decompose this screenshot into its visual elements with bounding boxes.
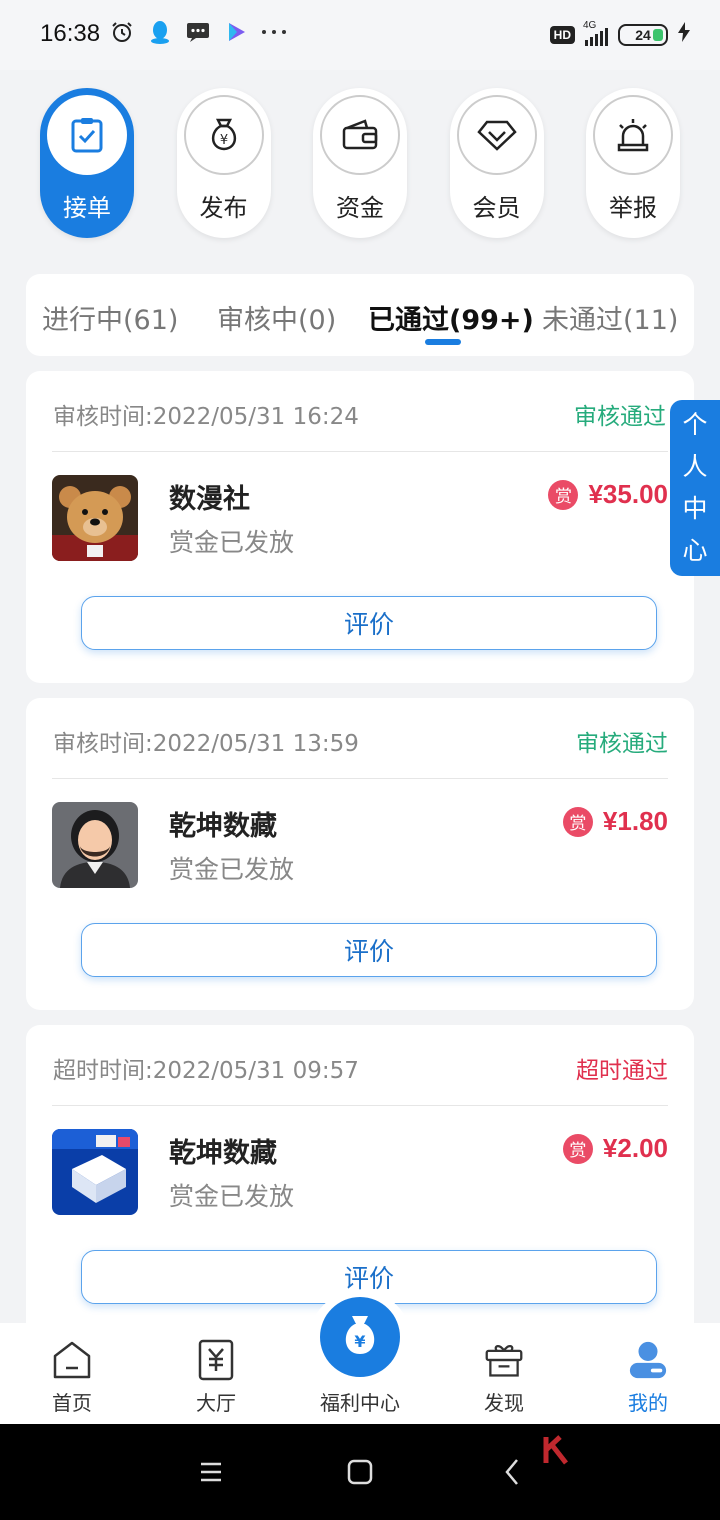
active-tab-indicator bbox=[425, 339, 461, 345]
teddy-bear-avatar bbox=[52, 475, 138, 561]
nav-discover[interactable]: 发现 bbox=[444, 1323, 564, 1424]
task-name: 数漫社 bbox=[169, 484, 250, 515]
reward-amount: ¥2.00 bbox=[602, 1133, 668, 1163]
yen-receipt-icon bbox=[196, 1339, 236, 1381]
reward-badge: 赏 bbox=[562, 1133, 593, 1164]
system-status-icons: HD 4G 24 bbox=[549, 20, 690, 47]
svg-text:¥: ¥ bbox=[354, 1332, 365, 1351]
status-tabs: 进行中(61) 审核中(0) 已通过(99+) 未通过(11) bbox=[26, 274, 694, 356]
payout-status: 赏金已发放 bbox=[169, 528, 295, 557]
payout-status: 赏金已发放 bbox=[169, 1182, 295, 1211]
review-status: 超时通过 bbox=[576, 1058, 668, 1084]
quick-action-label: 发布 bbox=[199, 194, 248, 222]
review-button[interactable]: 评价 bbox=[81, 596, 657, 650]
gift-box-icon bbox=[484, 1339, 524, 1381]
review-status: 审核通过 bbox=[576, 731, 668, 757]
nav-hall[interactable]: 大厅 bbox=[156, 1323, 276, 1424]
task-name: 乾坤数藏 bbox=[169, 811, 277, 842]
task-name: 乾坤数藏 bbox=[169, 1138, 277, 1169]
alarm-clock-icon bbox=[108, 18, 136, 46]
divider bbox=[52, 778, 668, 779]
quick-action-label: 会员 bbox=[472, 194, 521, 222]
notification-icons bbox=[108, 18, 288, 46]
bearded-man-avatar bbox=[52, 802, 138, 888]
reward-badge: 赏 bbox=[562, 806, 593, 837]
qq-penguin-icon bbox=[146, 18, 174, 46]
wallet-icon bbox=[320, 95, 400, 175]
clipboard-check-icon bbox=[47, 95, 127, 175]
nav-mine[interactable]: 我的 bbox=[588, 1323, 708, 1424]
quick-action-label: 接单 bbox=[63, 194, 111, 222]
divider bbox=[52, 451, 668, 452]
menu-icon[interactable] bbox=[195, 1456, 227, 1488]
battery-level: 24 bbox=[635, 26, 651, 43]
tab-under-review[interactable]: 审核中(0) bbox=[217, 298, 336, 337]
task-card: 审核时间:2022/05/31 16:24 审核通过 数漫社 赏金已发放 赏 ¥… bbox=[26, 371, 694, 683]
payout-status: 赏金已发放 bbox=[169, 855, 295, 884]
timeout-time: 超时时间:2022/05/31 09:57 bbox=[53, 1058, 359, 1084]
review-button[interactable]: 评价 bbox=[81, 923, 657, 977]
network-type: 4G bbox=[583, 19, 597, 31]
status-time: 16:38 bbox=[40, 20, 101, 47]
battery-indicator: 24 bbox=[618, 23, 668, 46]
money-bag-icon: ¥ bbox=[340, 1312, 380, 1362]
side-tab-char: 个 bbox=[682, 410, 708, 439]
review-status: 审核通过 bbox=[574, 404, 666, 430]
tab-in-progress[interactable]: 进行中(61) bbox=[42, 298, 178, 337]
svg-text:¥: ¥ bbox=[219, 133, 227, 148]
reward-amount: ¥35.00 bbox=[588, 479, 668, 509]
play-icon bbox=[222, 18, 250, 46]
tab-rejected[interactable]: 未通过(11) bbox=[542, 298, 678, 337]
user-icon bbox=[628, 1339, 668, 1381]
divider bbox=[52, 1105, 668, 1106]
side-tab-char: 中 bbox=[682, 494, 708, 523]
hd-badge: HD bbox=[549, 25, 575, 44]
quick-action-label: 举报 bbox=[609, 194, 657, 222]
home-icon bbox=[52, 1339, 92, 1381]
quick-action-funds[interactable]: 资金 bbox=[313, 88, 407, 238]
nav-label: 发现 bbox=[484, 1391, 524, 1415]
nav-label: 我的 bbox=[628, 1391, 668, 1415]
reward-amount: ¥1.80 bbox=[602, 806, 668, 836]
home-square-icon[interactable] bbox=[344, 1456, 376, 1488]
review-time: 审核时间:2022/05/31 16:24 bbox=[53, 404, 359, 430]
quick-action-publish[interactable]: ¥ 发布 bbox=[176, 88, 271, 238]
quick-action-accept-order[interactable]: 接单 bbox=[40, 88, 134, 238]
quick-action-label: 资金 bbox=[336, 194, 384, 222]
status-bar: 16:38 HD 4G 24 bbox=[0, 0, 720, 70]
personal-center-tab[interactable]: 个 人 中 心 bbox=[670, 400, 720, 576]
back-icon[interactable] bbox=[496, 1456, 528, 1488]
nav-label: 福利中心 bbox=[320, 1391, 400, 1415]
reward: 赏 ¥2.00 bbox=[562, 1133, 668, 1164]
alarm-icon bbox=[593, 95, 673, 175]
side-tab-char: 人 bbox=[682, 452, 708, 481]
reward: 赏 ¥1.80 bbox=[562, 806, 668, 837]
task-card: 审核时间:2022/05/31 13:59 审核通过 乾坤数藏 赏金已发放 赏 … bbox=[26, 698, 694, 1010]
money-bag-icon: ¥ bbox=[183, 95, 264, 175]
quick-actions: 接单 ¥ 发布 资金 会员 举报 bbox=[40, 88, 680, 243]
welfare-center-button[interactable]: ¥ bbox=[320, 1297, 400, 1377]
side-tab-char: 心 bbox=[682, 536, 708, 565]
quick-action-report[interactable]: 举报 bbox=[586, 88, 680, 238]
blue-box-avatar bbox=[52, 1129, 138, 1215]
nav-label: 大厅 bbox=[196, 1391, 236, 1415]
diamond-icon bbox=[456, 95, 537, 175]
tab-approved[interactable]: 已通过(99+) bbox=[368, 298, 534, 337]
more-dots-icon bbox=[260, 18, 288, 46]
charging-icon bbox=[678, 22, 690, 47]
signal-icon: 4G bbox=[583, 20, 608, 46]
nav-home[interactable]: 首页 bbox=[12, 1323, 132, 1424]
message-icon bbox=[184, 18, 212, 46]
reward: 赏 ¥35.00 bbox=[548, 479, 668, 510]
reward-badge: 赏 bbox=[548, 479, 579, 510]
watermark-logo bbox=[542, 1433, 662, 1473]
nav-label: 首页 bbox=[52, 1391, 92, 1415]
review-time: 审核时间:2022/05/31 13:59 bbox=[53, 731, 359, 757]
quick-action-membership[interactable]: 会员 bbox=[449, 88, 544, 238]
